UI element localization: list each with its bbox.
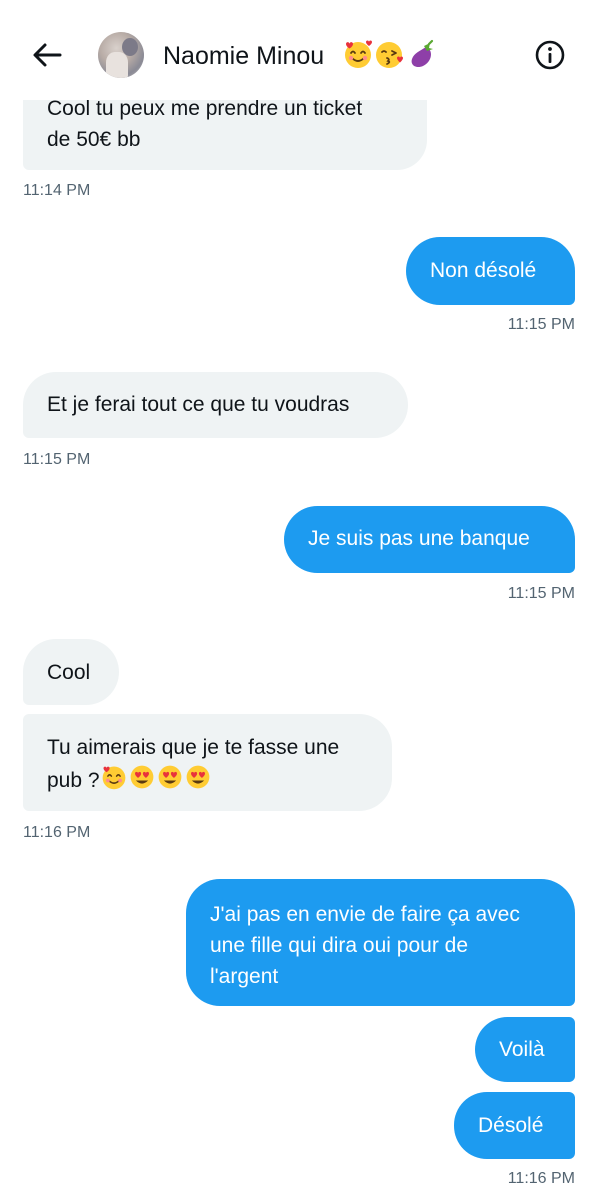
message-text: Cool [47, 661, 91, 684]
eggplant-icon [411, 39, 434, 68]
message-text: Désolé [478, 1114, 544, 1137]
info-circle-icon [535, 40, 565, 70]
message-text: une fille qui dira oui pour de [210, 934, 469, 957]
message-bubble-incoming[interactable]: Cool [23, 639, 119, 705]
message-text: Et je ferai tout ce que tu voudras [47, 393, 350, 416]
message-bubble-incoming[interactable]: Tu aimerais que je te fasse une pub ? [23, 714, 392, 811]
name-emojis [342, 38, 438, 70]
message-bubble-outgoing[interactable]: Je suis pas une banque [284, 506, 575, 573]
arrow-left-icon [33, 43, 62, 67]
message-bubble-incoming[interactable]: Et je ferai tout ce que tu voudras [23, 372, 408, 438]
message-text: J'ai pas en envie de faire ça avec [210, 903, 520, 926]
contact-name[interactable]: Naomie Minou [163, 40, 324, 72]
message-bubble-outgoing[interactable]: Non désolé [406, 237, 575, 305]
message-bubble-outgoing[interactable]: Voilà [475, 1017, 575, 1082]
smiling-face-with-hearts-icon [345, 40, 372, 68]
message-text: l'argent [210, 965, 279, 988]
message-timestamp: 11:15 PM [507, 585, 575, 602]
message-text: pub ? [47, 769, 100, 792]
message-text: Tu aimerais que je te fasse une [47, 736, 340, 759]
heart-eyes-icon [184, 763, 212, 800]
message-bubble-outgoing[interactable]: J'ai pas en envie de faire ça avec une f… [186, 879, 575, 1006]
message-timestamp: 11:15 PM [23, 451, 91, 468]
message-timestamp: 11:15 PM [507, 316, 575, 333]
conversation-header: Naomie Minou [0, 0, 598, 100]
message-text-line: pub ? [47, 763, 368, 800]
message-timestamp: 11:16 PM [23, 824, 91, 841]
message-text: Je suis pas une banque [308, 527, 530, 550]
back-button[interactable] [30, 38, 64, 72]
message-text: de 50€ bb [47, 128, 141, 151]
message-bubble-outgoing[interactable]: Désolé [454, 1092, 575, 1159]
message-text: Non désolé [430, 259, 537, 282]
face-blowing-kiss-icon [376, 42, 403, 68]
heart-eyes-icon [156, 763, 184, 800]
message-timestamp: 11:16 PM [507, 1170, 575, 1187]
avatar[interactable] [98, 32, 144, 78]
message-timestamp: 11:14 PM [23, 182, 91, 199]
smiling-face-with-hearts-icon [100, 763, 128, 800]
message-text: Voilà [499, 1038, 545, 1061]
conversation-info-button[interactable] [533, 38, 567, 72]
heart-eyes-icon [128, 763, 156, 800]
